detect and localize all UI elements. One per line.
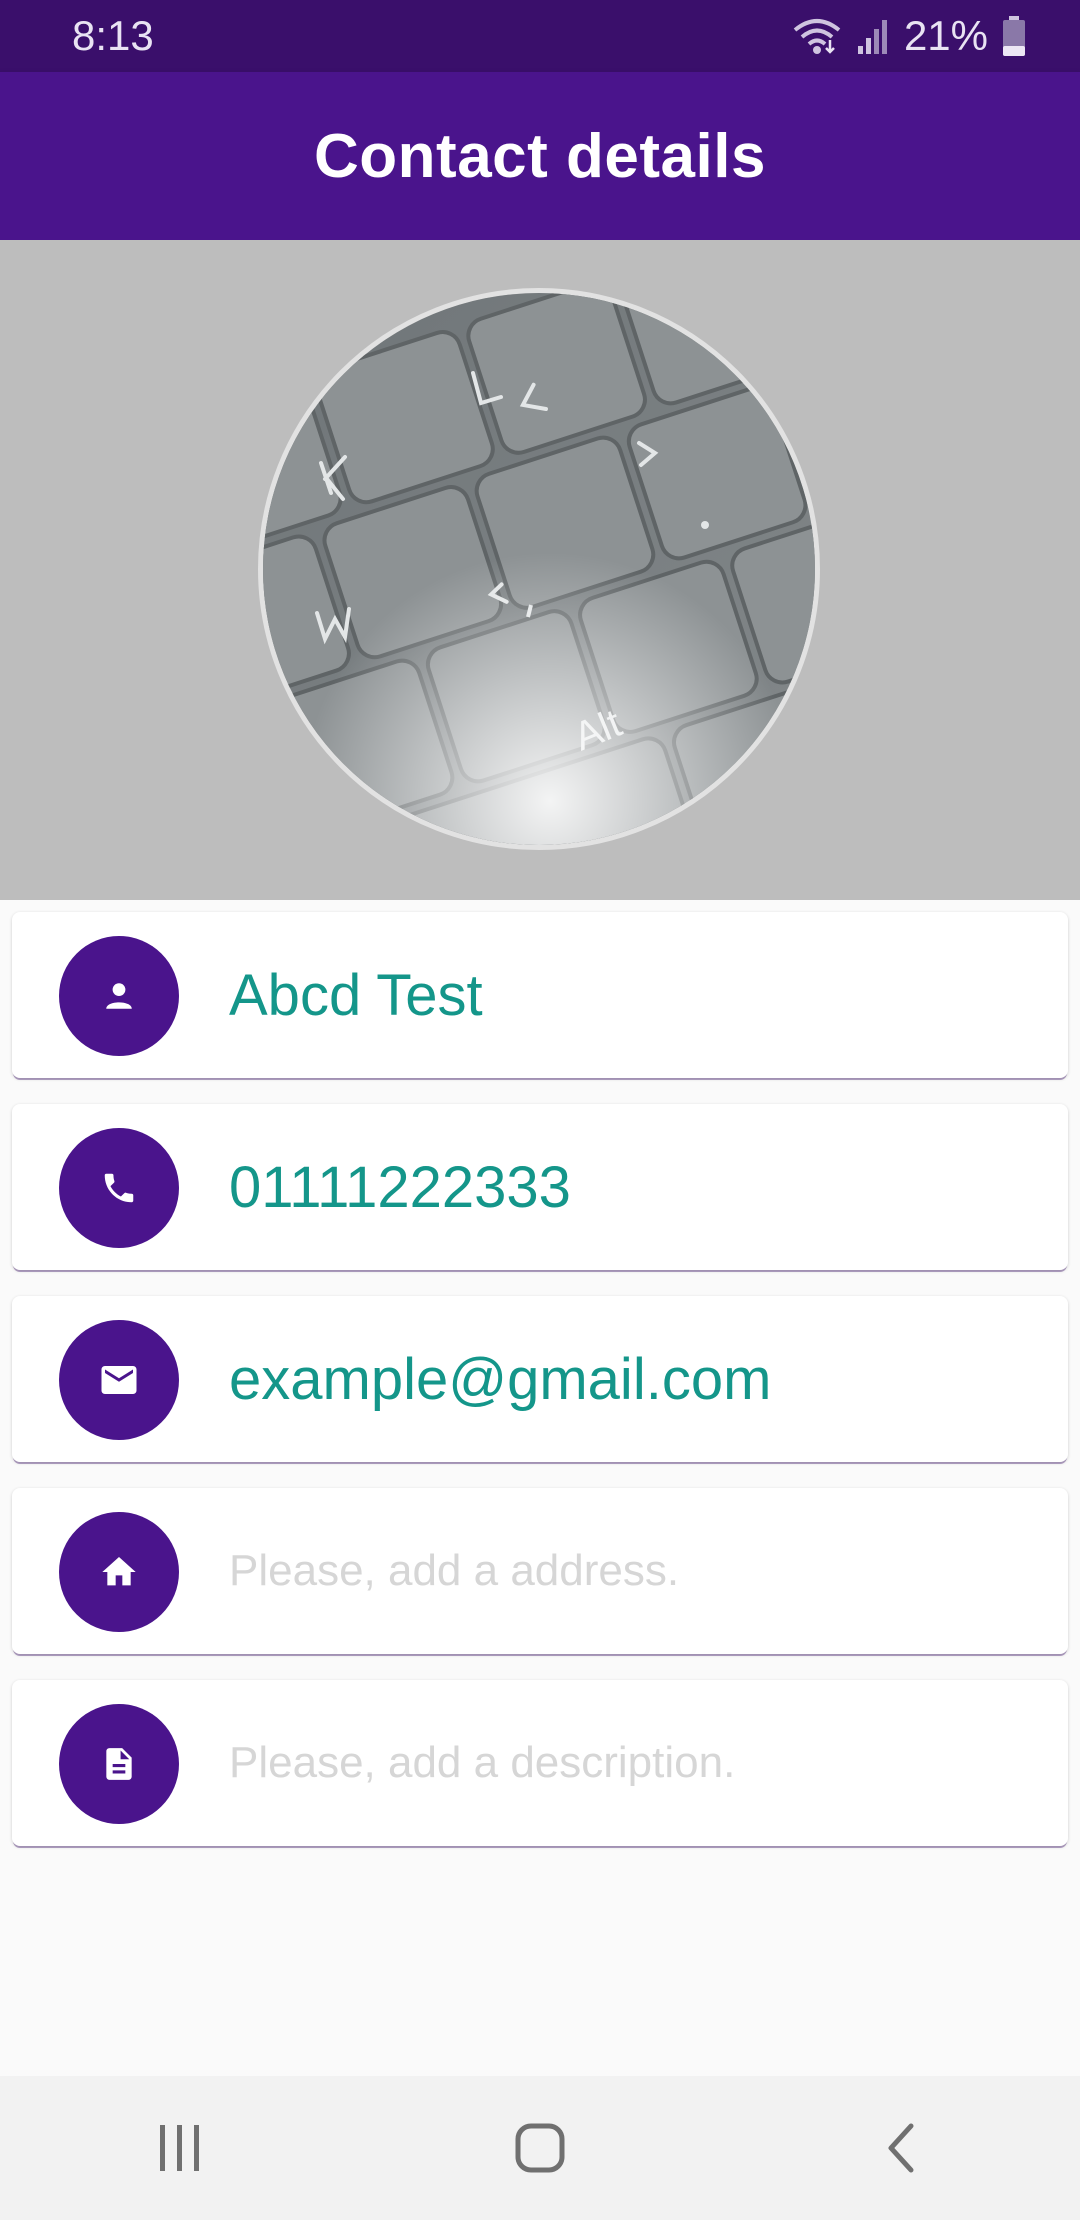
wifi-icon xyxy=(792,16,842,56)
address-placeholder: Please, add a address. xyxy=(229,1546,680,1595)
home-icon xyxy=(59,1512,179,1632)
name-field[interactable]: Abcd Test xyxy=(12,912,1068,1078)
home-button-icon[interactable] xyxy=(480,2098,600,2198)
status-bar: 8:13 21% xyxy=(0,0,1080,72)
status-icons: 21% xyxy=(792,12,1026,60)
phone-value: 01111222333 xyxy=(229,1154,571,1220)
description-placeholder: Please, add a description. xyxy=(229,1738,736,1787)
app-bar: Contact details xyxy=(0,72,1080,240)
description-icon xyxy=(59,1704,179,1824)
signal-icon xyxy=(856,16,890,56)
contact-fields: Abcd Test 01111222333 example@gmail.com … xyxy=(12,912,1068,1872)
phone-icon xyxy=(59,1128,179,1248)
status-time: 8:13 xyxy=(72,12,154,59)
page-title: Contact details xyxy=(314,121,766,191)
back-icon[interactable] xyxy=(840,2098,960,2198)
name-value: Abcd Test xyxy=(229,962,483,1028)
mail-icon xyxy=(59,1320,179,1440)
phone-field[interactable]: 01111222333 xyxy=(12,1104,1068,1270)
description-field[interactable]: Please, add a description. xyxy=(12,1680,1068,1846)
photo-header: Alt xyxy=(0,240,1080,900)
battery-percent: 21% xyxy=(903,12,988,59)
person-icon xyxy=(59,936,179,1056)
email-value: example@gmail.com xyxy=(229,1346,772,1412)
battery-icon xyxy=(1002,15,1026,57)
recent-apps-icon[interactable] xyxy=(120,2098,240,2198)
contact-photo[interactable]: Alt xyxy=(258,288,820,850)
system-nav-bar xyxy=(0,2076,1080,2220)
email-field[interactable]: example@gmail.com xyxy=(12,1296,1068,1462)
address-field[interactable]: Please, add a address. xyxy=(12,1488,1068,1654)
